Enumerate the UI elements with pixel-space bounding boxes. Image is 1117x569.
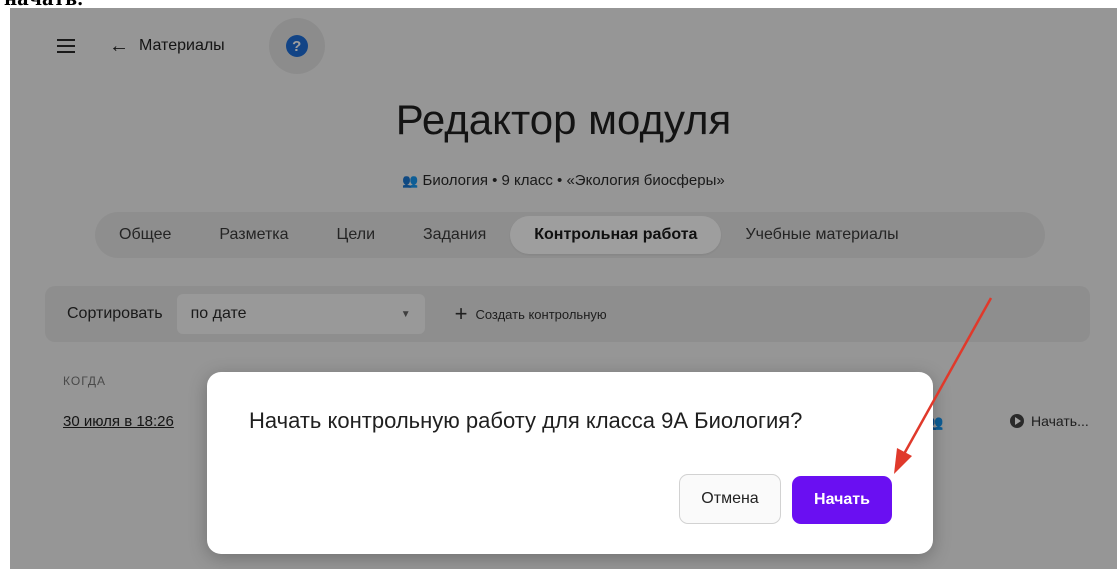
top-cropped-text: начать.: [0, 0, 1117, 8]
confirm-dialog: Начать контрольную работу для класса 9А …: [207, 372, 933, 554]
dialog-message: Начать контрольную работу для класса 9А …: [249, 408, 803, 433]
app-window: ← Материалы ? Редактор модуля 👥 Биология …: [10, 8, 1117, 569]
start-button[interactable]: Начать: [792, 476, 892, 524]
cropped-text: начать.: [4, 0, 83, 8]
cancel-button[interactable]: Отмена: [679, 474, 781, 524]
